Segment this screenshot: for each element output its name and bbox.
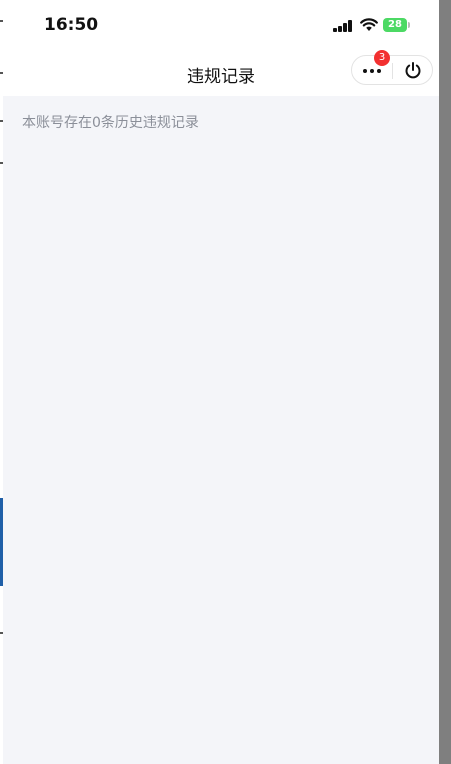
close-button[interactable]	[393, 56, 433, 84]
wifi-icon	[360, 18, 378, 31]
phone-screen: 16:50 28 违规记录 3 本账号存在0条历史违规记录	[3, 0, 439, 764]
status-bar: 16:50 28	[3, 0, 439, 50]
more-dots-icon	[363, 69, 381, 73]
violation-record-message: 本账号存在0条历史违规记录	[22, 115, 199, 131]
cellular-signal-icon	[333, 20, 355, 32]
more-button[interactable]: 3	[352, 50, 392, 84]
status-time: 16:50	[44, 15, 99, 35]
power-icon	[405, 62, 421, 79]
navigation-bar: 违规记录 3	[3, 50, 439, 96]
mini-program-capsule: 3	[351, 50, 433, 85]
notification-badge: 3	[374, 50, 390, 66]
battery-icon: 28	[383, 18, 410, 32]
